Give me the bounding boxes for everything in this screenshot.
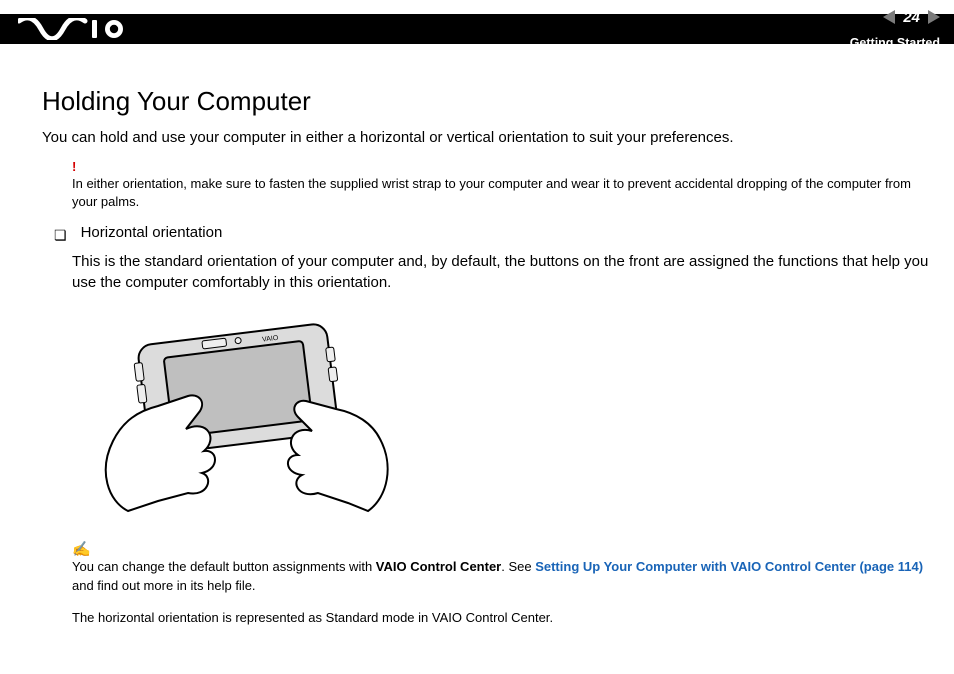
section-label: Getting Started — [850, 36, 940, 50]
note-icon: ✍ — [72, 540, 932, 558]
note-pre: You can change the default button assign… — [72, 559, 376, 574]
page-number: 24 — [903, 9, 920, 26]
note-block: ✍ You can change the default button assi… — [72, 540, 932, 596]
bullet-item: ❏ Horizontal orientation — [54, 224, 932, 246]
warning-block: ! In either orientation, make sure to fa… — [72, 160, 932, 210]
note-mid-1: . See — [501, 559, 535, 574]
orientation-illustration: VAIO — [68, 301, 408, 526]
page-title: Holding Your Computer — [42, 86, 932, 117]
note-link[interactable]: Setting Up Your Computer with VAIO Contr… — [535, 559, 923, 574]
page-nav: 24 — [883, 2, 940, 32]
warning-icon: ! — [72, 160, 932, 173]
after-note-post: . — [549, 610, 553, 625]
page-content: Holding Your Computer You can hold and u… — [42, 86, 932, 625]
bullet-body: This is the standard orientation of your… — [72, 252, 932, 293]
next-page-arrow-icon[interactable] — [928, 10, 940, 24]
vaio-logo — [18, 18, 128, 40]
note-bold-1: VAIO Control Center — [376, 559, 501, 574]
after-note-pre: The horizontal orientation is represente… — [72, 610, 432, 625]
warning-text: In either orientation, make sure to fast… — [72, 175, 932, 210]
after-note-bold: VAIO Control Center — [432, 610, 550, 625]
note-mid-2: and find out more in its help file. — [72, 578, 256, 593]
after-note: The horizontal orientation is represente… — [72, 610, 932, 625]
bullet-glyph-icon: ❏ — [54, 224, 67, 246]
note-text: You can change the default button assign… — [72, 558, 932, 596]
prev-page-arrow-icon[interactable] — [883, 10, 895, 24]
lead-paragraph: You can hold and use your computer in ei… — [42, 129, 932, 146]
bullet-label: Horizontal orientation — [81, 224, 223, 246]
header-bar: 24 Getting Started — [0, 14, 954, 44]
